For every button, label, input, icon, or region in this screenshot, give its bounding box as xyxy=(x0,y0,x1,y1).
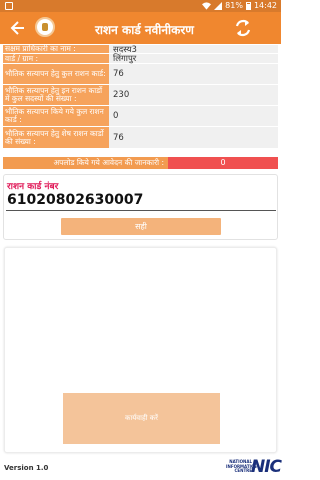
action-button[interactable]: कार्यवाही करें xyxy=(63,393,220,444)
version-label: Version 1.0 xyxy=(4,464,49,472)
info-row: भौतिक सत्यापन हेतु इन राशन कार्डो में कु… xyxy=(3,85,278,106)
page-title: राशन कार्ड नवीनीकरण xyxy=(95,23,194,37)
signal-icon xyxy=(214,1,223,10)
info-label: भौतिक सत्यापन हेतु इन राशन कार्डो में कु… xyxy=(3,85,109,105)
emblem-logo xyxy=(35,17,55,37)
result-panel: कार्यवाही करें xyxy=(4,247,277,453)
card-number-input[interactable] xyxy=(6,189,276,211)
info-label: सक्षम प्राधिकारी का नाम : xyxy=(3,45,109,53)
nic-logo-subtitle: NATIONAL INFORMATICS CENTRE xyxy=(226,459,257,473)
info-label: भौतिक सत्यापन किये गये कुल राशन कार्ड : xyxy=(3,106,109,126)
battery-percent: 81% xyxy=(225,1,243,10)
info-value: 230 xyxy=(109,85,278,105)
info-label: वार्ड / ग्राम : xyxy=(3,54,109,63)
upload-info-row[interactable]: अपलोड किये गये आवेदन की जानकारी : 0 xyxy=(3,157,278,169)
clock: 14:42 xyxy=(253,1,277,10)
submit-button[interactable]: सही xyxy=(61,218,221,235)
info-row: वार्ड / ग्राम : लिंगापुर xyxy=(3,54,278,64)
status-bar: 81% 14:42 xyxy=(0,0,281,12)
info-value: सदस्य3 xyxy=(109,45,278,55)
info-value: 76 xyxy=(109,127,278,148)
info-row: भौतिक सत्यापन हेतु कुल राशन कार्ड: 76 xyxy=(3,64,278,85)
app-notification-icon xyxy=(5,2,13,10)
status-icons: 81% 14:42 xyxy=(202,1,277,10)
refresh-icon[interactable] xyxy=(232,17,254,39)
info-value: लिंगापुर xyxy=(109,54,278,64)
back-arrow-icon[interactable] xyxy=(8,18,28,38)
info-row: भौतिक सत्यापन हेतु शेष राशन कार्डो की सं… xyxy=(3,127,278,149)
info-value: 76 xyxy=(109,64,278,84)
info-row: भौतिक सत्यापन किये गये कुल राशन कार्ड : … xyxy=(3,106,278,127)
nic-logo-text: NIC xyxy=(251,457,282,477)
app-bar: राशन कार्ड नवीनीकरण xyxy=(0,12,281,44)
info-label: भौतिक सत्यापन हेतु कुल राशन कार्ड: xyxy=(3,64,109,84)
info-table: सक्षम प्राधिकारी का नाम : सदस्य3 वार्ड /… xyxy=(3,45,278,149)
info-value: 0 xyxy=(109,106,278,126)
info-row: सक्षम प्राधिकारी का नाम : सदस्य3 xyxy=(3,45,278,55)
info-label: भौतिक सत्यापन हेतु शेष राशन कार्डो की सं… xyxy=(3,127,109,148)
card-number-panel: राशन कार्ड नंबर सही xyxy=(3,174,278,240)
wifi-icon xyxy=(202,1,212,10)
upload-count-badge: 0 xyxy=(168,157,278,169)
battery-icon xyxy=(245,1,251,10)
upload-info-label: अपलोड किये गये आवेदन की जानकारी : xyxy=(3,157,168,169)
nic-logo: NATIONAL INFORMATICS CENTRE NIC xyxy=(226,457,282,478)
